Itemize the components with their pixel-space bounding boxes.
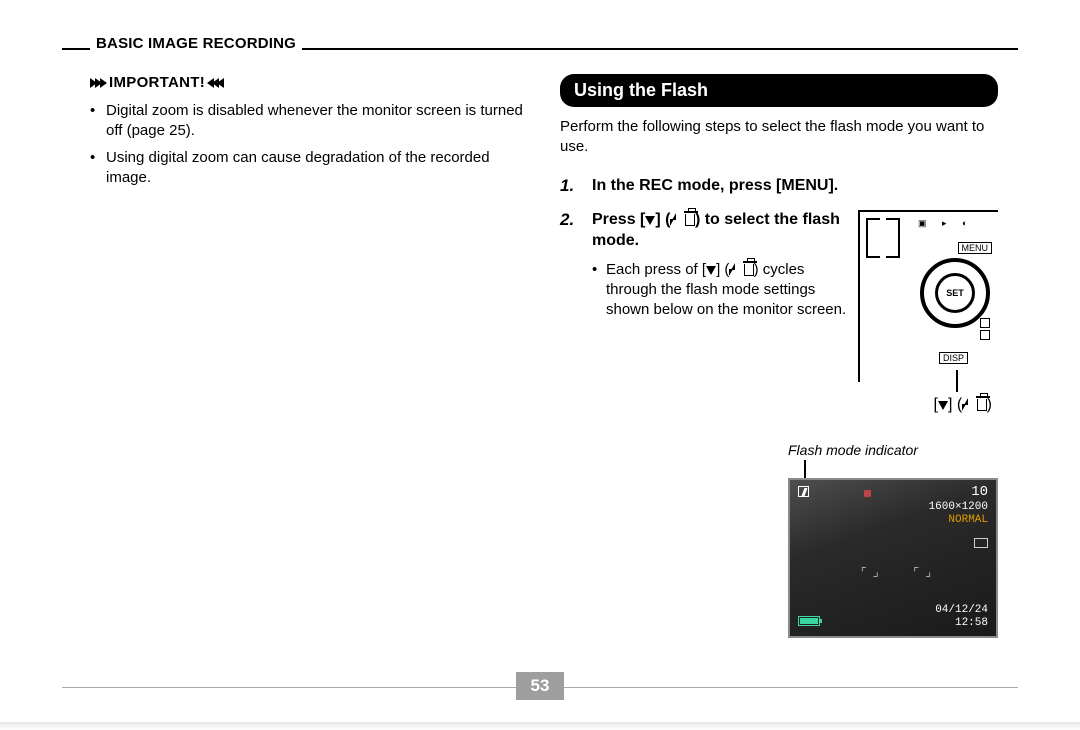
manual-page: BASIC IMAGE RECORDING IMPORTANT! Digital… xyxy=(62,16,1018,708)
button-notation: [] ( ) xyxy=(858,396,998,414)
record-icon xyxy=(864,490,871,497)
lcd-resolution: 1600×1200 xyxy=(929,501,988,514)
trash-icon xyxy=(977,399,987,411)
step-title: In the REC mode, press [MENU]. xyxy=(592,176,998,197)
important-bullets: Digital zoom is disabled whenever the mo… xyxy=(90,101,528,188)
steps: 1. In the REC mode, press [MENU]. 2. Pre… xyxy=(560,176,998,415)
callout-line xyxy=(956,370,958,392)
flash-trash-icons xyxy=(980,318,994,344)
flash-bolt-icon xyxy=(670,213,678,226)
down-arrow-icon xyxy=(706,266,716,275)
disp-button-label: DISP xyxy=(939,352,968,364)
battery-icon xyxy=(798,616,820,626)
page-shadow xyxy=(0,722,1080,730)
trash-icon xyxy=(685,214,695,226)
flash-bolt-icon xyxy=(962,398,970,411)
step-title: Press [] ( ) to select the flash mode. xyxy=(592,210,848,252)
chevrons-right-icon xyxy=(90,78,105,88)
flash-bolt-icon xyxy=(729,263,737,276)
step-number: 2. xyxy=(560,210,582,414)
flash-mode-caption: Flash mode indicator xyxy=(788,442,998,458)
camera-back-diagram: ▣ ▸ ◐ MENU SET DISP xyxy=(858,210,998,382)
sub-bullet-item: Each press of [] ( ) cycles through the … xyxy=(592,260,848,321)
menu-button-label: MENU xyxy=(958,242,993,254)
lcd-bottom-right: 04/12/24 12:58 xyxy=(935,604,988,630)
lcd-quality: NORMAL xyxy=(929,514,988,527)
important-label: IMPORTANT! xyxy=(109,74,205,91)
diagram-column: ▣ ▸ ◐ MENU SET DISP xyxy=(858,210,998,414)
focus-brackets-icon: ⌜ ⌟⌜ ⌟ xyxy=(860,560,930,584)
down-arrow-icon xyxy=(938,401,948,410)
diagram-lines xyxy=(866,218,880,258)
diagram-top-icons: ▣ ▸ ◐ xyxy=(918,218,978,232)
bullet-item: Digital zoom is disabled whenever the mo… xyxy=(90,101,528,142)
lcd-top-right: 10 1600×1200 NORMAL xyxy=(929,484,988,527)
left-column: IMPORTANT! Digital zoom is disabled when… xyxy=(90,74,528,194)
lcd-preview: 10 1600×1200 NORMAL ⌜ ⌟⌜ ⌟ 04/12/24 12:5… xyxy=(788,478,998,638)
section-title-pill: Using the Flash xyxy=(560,74,998,107)
step-2: 2. Press [] ( ) to select the flash mode… xyxy=(560,210,998,414)
diagram-lines xyxy=(886,218,900,258)
step-sub-bullet: Each press of [] ( ) cycles through the … xyxy=(592,260,848,321)
bullet-item: Using digital zoom can cause degradation… xyxy=(90,148,528,189)
flash-mode-icon xyxy=(798,486,809,497)
page-number: 53 xyxy=(516,672,564,700)
lcd-bottom-left xyxy=(798,616,820,630)
lcd-shots-remaining: 10 xyxy=(929,484,988,501)
step-number: 1. xyxy=(560,176,582,197)
section-header: BASIC IMAGE RECORDING xyxy=(90,35,302,52)
step-1: 1. In the REC mode, press [MENU]. xyxy=(560,176,998,197)
lcd-date: 04/12/24 xyxy=(935,604,988,617)
callout-line xyxy=(804,460,806,478)
lcd-top-left xyxy=(798,486,809,497)
set-button-label: SET xyxy=(935,273,975,313)
chevrons-left-icon xyxy=(209,78,224,88)
section-intro: Perform the following steps to select th… xyxy=(560,117,998,158)
right-column: Using the Flash Perform the following st… xyxy=(560,74,998,638)
important-heading: IMPORTANT! xyxy=(90,74,528,91)
trash-icon xyxy=(744,264,754,276)
lcd-time: 12:58 xyxy=(935,617,988,630)
memory-icon xyxy=(974,538,988,548)
down-arrow-icon xyxy=(645,216,655,225)
